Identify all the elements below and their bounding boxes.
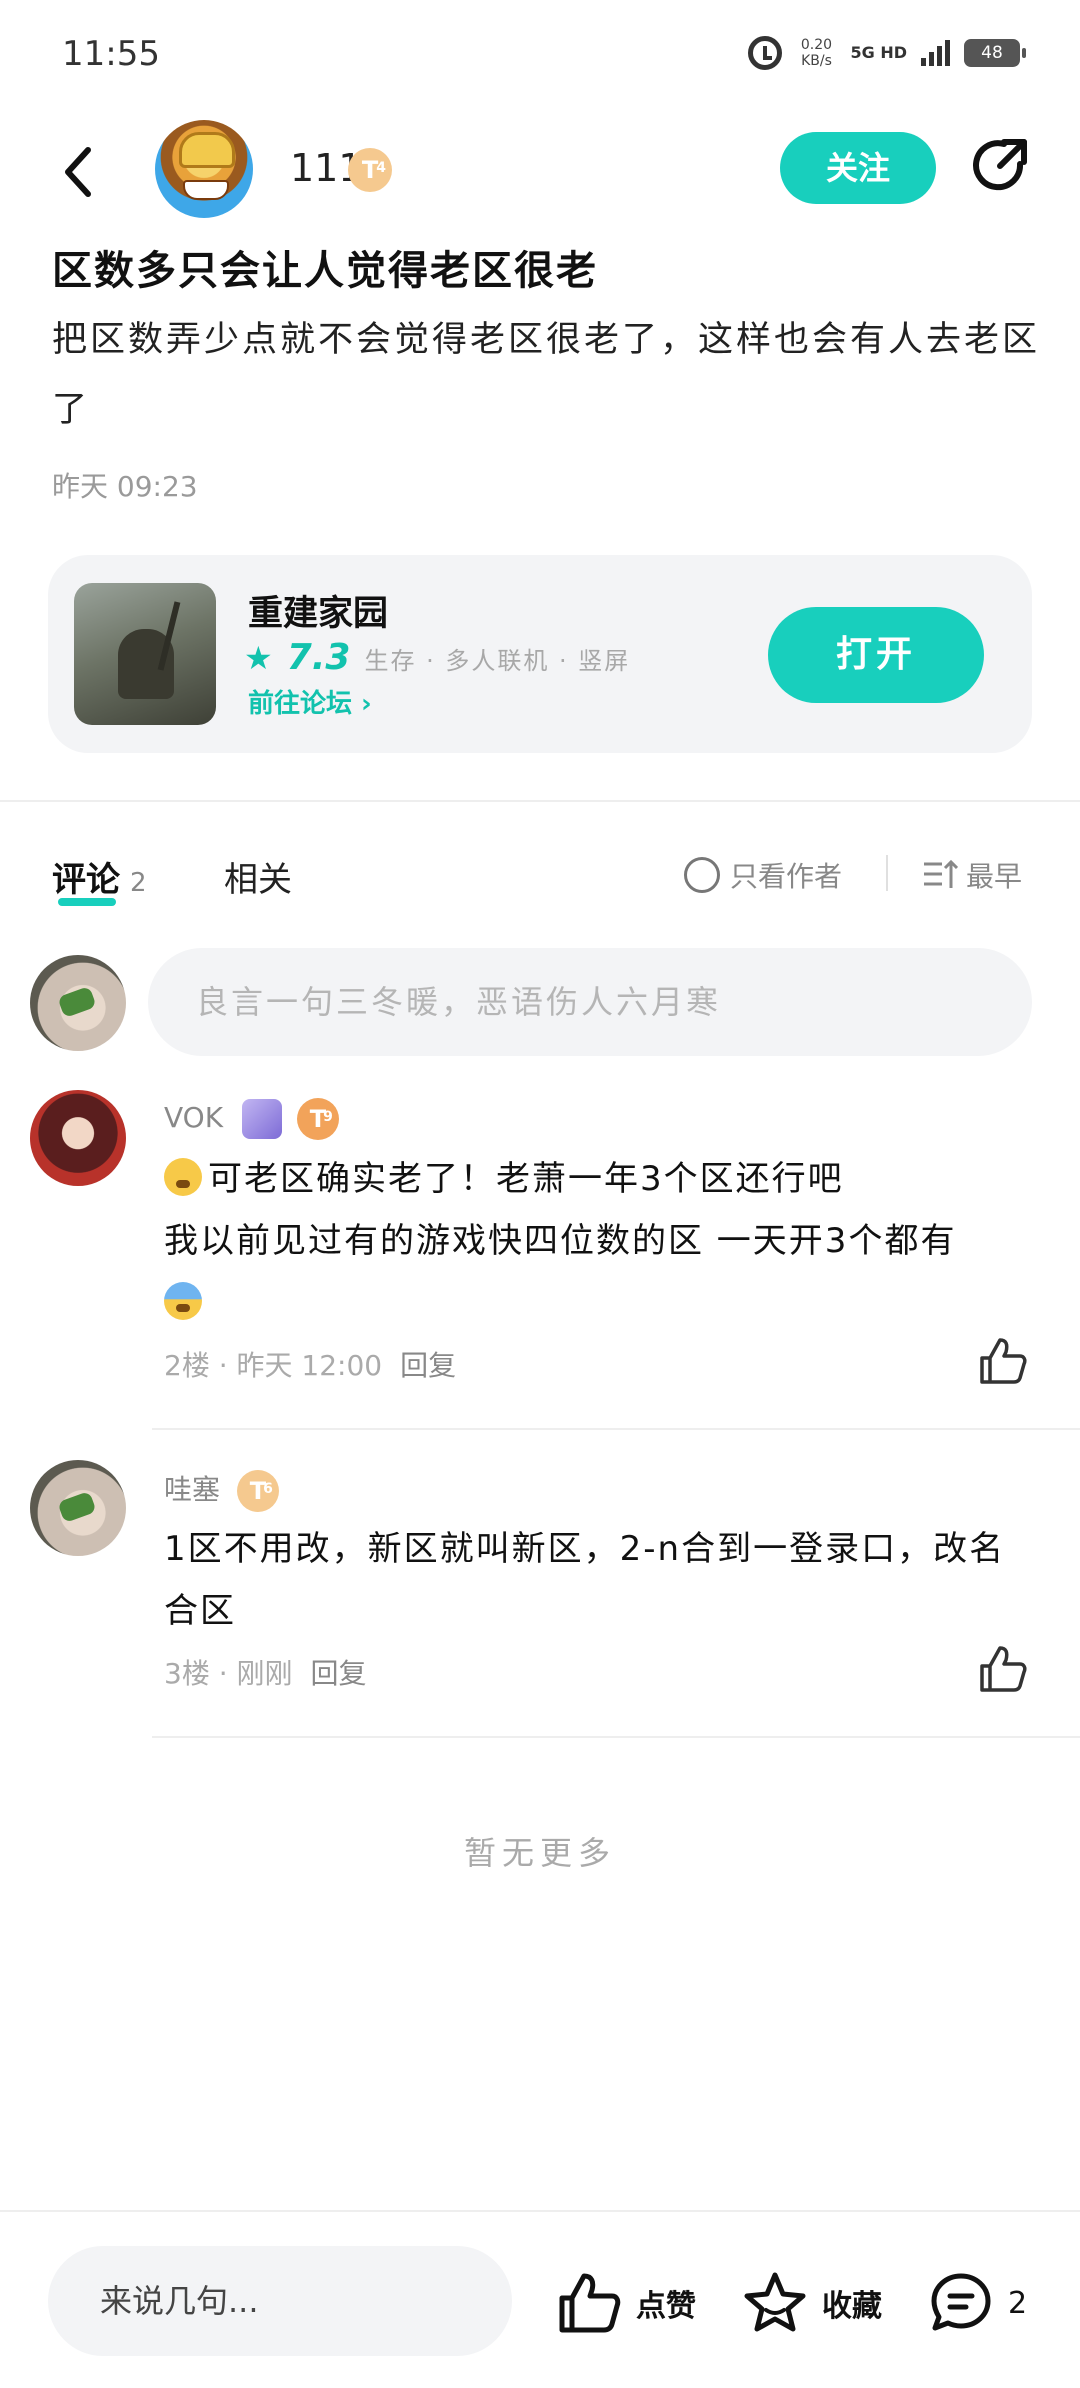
bottom-bar-divider — [0, 2210, 1080, 2212]
game-rating-row: ★ 7.3 生存 · 多人联机 · 竖屏 — [244, 637, 630, 678]
game-icon[interactable] — [74, 583, 216, 725]
author-level-num: 4 — [376, 160, 386, 176]
comment-floor-time: 2楼 · 昨天 12:00 — [164, 1349, 383, 1382]
author-only-label: 只看作者 — [730, 860, 843, 893]
author-only-toggle[interactable]: 只看作者 — [684, 855, 842, 895]
open-game-button[interactable]: 打开 — [768, 607, 984, 703]
comment-count-button[interactable]: 2 — [928, 2270, 1027, 2336]
reply-button[interactable]: 回复 — [400, 1349, 456, 1382]
game-name[interactable]: 重建家园 — [248, 585, 388, 636]
comment-input[interactable]: 良言一句三冬暖，恶语伤人六月寒 — [148, 948, 1032, 1056]
radio-icon[interactable] — [684, 857, 720, 893]
comment-divider — [152, 1428, 1080, 1430]
game-tags: 生存 · 多人联机 · 竖屏 — [364, 647, 631, 675]
comment-avatar[interactable] — [30, 1460, 126, 1556]
follow-button[interactable]: 关注 — [780, 132, 936, 204]
comment-author[interactable]: 哇塞 T6 — [164, 1468, 279, 1512]
favorite-button[interactable]: 收藏 — [742, 2270, 882, 2336]
no-more-text: 暂无更多 — [463, 1834, 616, 1872]
battery-icon: 48 — [964, 39, 1026, 67]
medal-badge-icon — [241, 1099, 282, 1139]
author-level-badge: T4 — [348, 148, 392, 192]
comment-avatar[interactable] — [30, 1090, 126, 1186]
thumbs-up-icon[interactable] — [978, 1336, 1028, 1386]
comment-text: 1区不用改，新区就叫新区，2-n合到一登录口，改名合区 — [164, 1529, 1006, 1631]
tab-comments-count: 2 — [130, 868, 147, 898]
comment-line: 我以前见过有的游戏快四位数的区 一天开3个都有 — [164, 1221, 957, 1261]
post-title: 区数多只会让人觉得老区很老 — [52, 248, 598, 294]
sweat-emoji-icon — [164, 1158, 202, 1196]
comment-author-name[interactable]: VOK — [164, 1101, 223, 1134]
section-divider — [0, 800, 1080, 802]
comment-level-num: 6 — [263, 1481, 273, 1497]
author-avatar[interactable] — [155, 120, 253, 218]
game-score: 7.3 — [286, 637, 351, 678]
tab-comments[interactable]: 评论 2 — [52, 852, 147, 901]
sort-button[interactable]: 最早 — [922, 855, 1022, 895]
comment-line-text: 可老区确实老了！老萧一年3个区还行吧 — [208, 1159, 844, 1199]
comment-author-name[interactable]: 哇塞 — [164, 1473, 220, 1506]
tab-related[interactable]: 相关 — [224, 852, 292, 901]
thumbs-up-icon[interactable] — [978, 1644, 1028, 1694]
post-time: 昨天 09:23 — [52, 470, 198, 503]
status-icons: 0.20 KB/s 5G HD 48 — [748, 36, 1026, 70]
like-label: 点赞 — [636, 2289, 696, 2324]
tab-comments-label: 评论 — [52, 860, 120, 900]
reply-button[interactable]: 回复 — [311, 1657, 367, 1690]
sort-label: 最早 — [966, 860, 1023, 893]
comment-divider — [152, 1736, 1080, 1738]
current-user-avatar — [30, 955, 126, 1051]
star-icon: ★ — [244, 639, 273, 677]
comment-author[interactable]: VOK T9 — [164, 1098, 339, 1140]
comment-meta: 2楼 · 昨天 12:00 回复 — [164, 1344, 456, 1384]
favorite-label: 收藏 — [822, 2289, 882, 2324]
thumbs-up-icon — [559, 2273, 621, 2333]
signal-icon — [921, 40, 950, 66]
game-forum-link[interactable]: 前往论坛 › — [248, 683, 372, 720]
net-speed: 0.20 KB/s — [796, 37, 836, 69]
comment-line — [164, 1272, 1024, 1334]
network-type: 5G HD — [850, 43, 907, 62]
comment-count: 2 — [1008, 2285, 1028, 2321]
status-bar: 11:55 0.20 KB/s 5G HD 48 — [0, 0, 1080, 110]
net-speed-unit: KB/s — [801, 53, 832, 69]
bottom-comment-input[interactable]: 来说几句... — [48, 2246, 512, 2356]
comment-level-badge: T6 — [236, 1470, 279, 1512]
sort-separator — [886, 855, 888, 891]
comment-floor-time: 3楼 · 刚刚 — [164, 1657, 293, 1690]
alarm-icon — [748, 36, 783, 70]
game-card[interactable]: 重建家园 ★ 7.3 生存 · 多人联机 · 竖屏 前往论坛 › 打开 — [48, 555, 1032, 753]
comment-bubble-icon — [931, 2273, 991, 2331]
net-speed-value: 0.20 — [800, 37, 833, 53]
post-header: 111 T4 关注 — [0, 110, 1080, 230]
tab-active-indicator — [58, 898, 116, 906]
comment-level-num: 9 — [323, 1109, 333, 1125]
star-outline-icon — [744, 2272, 806, 2332]
comment-meta: 3楼 · 刚刚 回复 — [164, 1652, 367, 1692]
comment-level-badge: T9 — [296, 1098, 339, 1140]
post-body: 把区数弄少点就不会觉得老区很老了，这样也会有人去老区了 — [52, 320, 1041, 430]
sort-icon — [924, 859, 958, 888]
fearful-emoji-icon — [164, 1282, 202, 1320]
like-button[interactable]: 点赞 — [556, 2270, 696, 2336]
status-time: 11:55 — [62, 34, 160, 74]
chevron-left-icon[interactable] — [56, 142, 106, 202]
share-icon[interactable] — [968, 134, 1034, 200]
comment-line: 可老区确实老了！老萧一年3个区还行吧 — [164, 1148, 1024, 1210]
comment-text: 可老区确实老了！老萧一年3个区还行吧 我以前见过有的游戏快四位数的区 一天开3个… — [164, 1148, 1024, 1334]
